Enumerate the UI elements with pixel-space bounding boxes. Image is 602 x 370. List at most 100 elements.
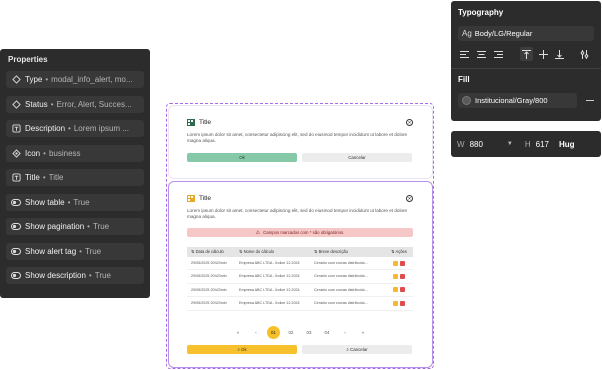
typography-title: Typography [458, 8, 504, 17]
table-row[interactable]: 29/05/2025 20h23min Empresa ABC LTDA - Í… [187, 284, 413, 298]
close-icon[interactable]: ✕ [406, 195, 413, 202]
align-left-icon[interactable] [458, 47, 472, 61]
toggle-icon [11, 246, 21, 256]
text-style-glyph: Ag [462, 29, 472, 38]
prop-title[interactable]: Title • Title [6, 169, 144, 186]
prop-show-description[interactable]: Show description • True [6, 267, 144, 284]
table-header: ⇅ Data de cálculo ⇅ Nome do cálculo ⇅ Br… [187, 247, 413, 257]
modal-title: Title [199, 195, 212, 202]
cell-actions [385, 284, 413, 296]
diamond-icon [11, 99, 21, 109]
close-icon[interactable]: ✕ [406, 119, 413, 126]
cell-name: Empresa ABC LTDA - Índice 12.2024 [239, 261, 300, 265]
text-style-name: Body/LG/Regular [474, 29, 533, 38]
first-page-icon[interactable]: « [231, 327, 245, 338]
component-icon [11, 148, 21, 158]
table-row[interactable]: 29/05/2025 20h23min Empresa ABC LTDA - Í… [187, 297, 413, 311]
align-top-icon[interactable] [519, 47, 534, 61]
column-header[interactable]: ⇅ Breve descrição [310, 247, 385, 257]
edit-icon[interactable] [393, 300, 398, 306]
toggle-icon [11, 197, 21, 207]
prop-value: business [48, 148, 81, 158]
width-value[interactable]: 880 [470, 140, 483, 149]
align-middle-icon[interactable] [536, 47, 550, 61]
ok-button[interactable]: ⌕ Ok [187, 345, 297, 354]
warning-icon: ⚠ [255, 230, 261, 236]
prop-name: Show table [25, 197, 65, 207]
column-header[interactable]: ⇅ Nome do cálculo [235, 247, 310, 257]
prop-value: Lorem ipsum ... [73, 124, 129, 133]
page-button[interactable]: 01 [267, 326, 280, 339]
edit-icon[interactable] [393, 287, 398, 293]
height-value[interactable]: 617 [536, 140, 549, 149]
prop-icon[interactable]: Icon • business [6, 144, 144, 162]
modal-description: Lorem ipsum dolor sit amet, consectetur … [187, 208, 408, 220]
height-label: H [524, 139, 531, 149]
remove-fill-icon[interactable] [586, 100, 594, 101]
prop-type[interactable]: Type • modal_info_alert, mo... [6, 71, 144, 88]
table-row[interactable]: 29/05/2025 20h23min Empresa ABC LTDA - Í… [187, 270, 413, 284]
edit-icon[interactable] [393, 274, 398, 280]
ok-button[interactable]: Ok [187, 153, 297, 162]
diamond-icon [11, 75, 21, 85]
cell-description: Cenário com curvas distribuído... [314, 287, 368, 292]
chevron-down-icon[interactable]: ▼ [507, 141, 513, 147]
prop-value: modal_info_alert, mo... [51, 75, 133, 84]
properties-panel: Properties Type • modal_info_alert, mo... … [0, 49, 150, 298]
text-style-select[interactable]: Ag Body/LG/Regular [458, 26, 594, 41]
width-label: W [457, 139, 465, 149]
page-button[interactable]: 04 [320, 327, 334, 338]
column-header[interactable]: ⇅ Data de cálculo [187, 247, 235, 257]
hug-value[interactable]: Hug [559, 140, 575, 149]
text-settings-icon[interactable] [577, 47, 591, 61]
align-bottom-icon[interactable] [553, 47, 567, 61]
prev-page-icon[interactable]: ‹ [249, 327, 263, 338]
text-icon [11, 173, 21, 183]
last-page-icon[interactable]: » [356, 327, 370, 338]
cell-description: Cenário com curvas distribuído... [314, 274, 368, 279]
cell-date: 29/05/2025 20h23min [191, 287, 227, 292]
page-button[interactable]: 03 [302, 327, 316, 338]
prop-description[interactable]: Description • Lorem ipsum ... [6, 120, 144, 137]
modal-table-alert: Title ✕ Lorem ipsum dolor sit amet, cons… [169, 182, 432, 367]
align-center-icon[interactable] [475, 47, 489, 61]
delete-icon[interactable] [400, 300, 405, 306]
column-header[interactable]: ⇅ Ações [385, 247, 413, 257]
cell-actions [385, 297, 413, 309]
page-button[interactable]: 02 [284, 327, 298, 338]
modal-header: Title [187, 195, 211, 202]
prop-show-pagination[interactable]: Show pagination • True [6, 218, 144, 235]
cancel-button[interactable]: Cancelar [302, 153, 412, 162]
prop-value: True [92, 222, 110, 231]
dimensions-panel: W 880 ▼ H 617 Hug [451, 131, 601, 157]
delete-icon[interactable] [400, 287, 405, 293]
prop-show-table[interactable]: Show table • True [6, 193, 144, 211]
prop-name: Description [25, 124, 66, 133]
prop-value: Error, Alert, Succes... [56, 99, 132, 109]
delete-icon[interactable] [400, 274, 405, 280]
business-icon [187, 195, 195, 202]
modal-description: Lorem ipsum dolor sit amet, consectetur … [187, 132, 408, 144]
cancel-button[interactable]: ⌕ Cancelar [302, 345, 412, 354]
pagination: « ‹ 01 02 03 04 › » [169, 326, 432, 339]
prop-show-alert-tag[interactable]: Show alert tag • True [6, 242, 144, 260]
next-page-icon[interactable]: › [338, 327, 352, 338]
cell-description: Cenário com curvas distribuído... [314, 301, 368, 306]
modal-header: Title [187, 119, 211, 126]
modal-title: Title [199, 119, 212, 126]
toggle-icon [11, 271, 21, 281]
alert-tag: ⚠ Campos marcados com * são obrigatórios. [187, 228, 413, 237]
cell-date: 29/05/2025 20h23min [191, 274, 227, 279]
align-right-icon[interactable] [491, 47, 505, 61]
cell-actions [385, 270, 413, 282]
cell-name: Empresa ABC LTDA - Índice 12.2024 [239, 274, 300, 279]
fill-select[interactable]: Institucional/Gray/800 [458, 93, 577, 108]
cell-date: 29/05/2025 20h23min [191, 261, 227, 265]
prop-status[interactable]: Status • Error, Alert, Succes... [6, 95, 144, 113]
prop-name: Status [25, 99, 48, 109]
edit-icon[interactable] [393, 260, 398, 266]
delete-icon[interactable] [400, 260, 405, 266]
alignment-row [458, 46, 594, 62]
table-row[interactable]: 29/05/2025 20h23min Empresa ABC LTDA - Í… [187, 257, 413, 271]
cell-description: Cenário com curvas distribuído... [314, 261, 368, 265]
